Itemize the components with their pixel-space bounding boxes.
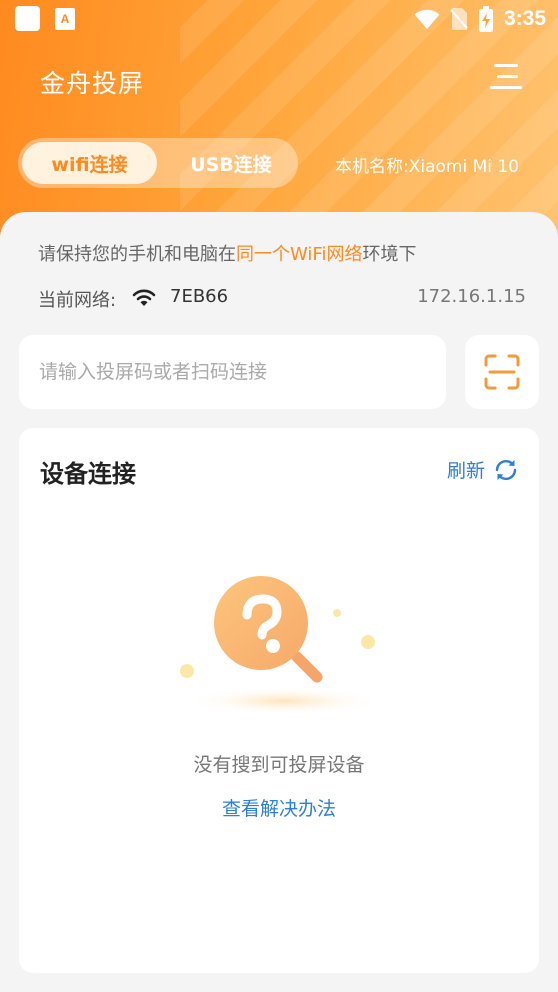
network-label: 当前网络: [38, 290, 117, 311]
hint-suffix: 环境下 [362, 244, 417, 265]
empty-search-illustration [180, 576, 384, 715]
empty-state-text: 没有搜到可投屏设备 [193, 754, 365, 776]
cast-code-input[interactable] [19, 335, 446, 409]
menu-button[interactable] [490, 60, 522, 94]
status-right: 3:35 [414, 6, 546, 32]
menu-icon-line [497, 75, 518, 78]
solution-link[interactable]: 查看解决办法 [19, 794, 539, 821]
hint-highlight: 同一个WiFi网络 [236, 244, 363, 265]
tab-usb[interactable]: USB连接 [168, 142, 294, 184]
card-title: 设备连接 [40, 460, 136, 488]
wifi-icon [132, 289, 156, 306]
menu-icon-line [490, 86, 522, 89]
menu-icon-line [494, 64, 518, 67]
hint-prefix: 请保持您的手机和电脑在 [38, 244, 236, 265]
notification-square-icon [15, 6, 40, 31]
app-notification-icon: A [55, 8, 75, 30]
status-time: 3:35 [503, 7, 546, 30]
ip-address: 172.16.1.15 [417, 286, 526, 307]
device-name: 本机名称:Xiaomi Mi 10 [335, 157, 520, 177]
svg-text:A: A [61, 12, 70, 26]
battery-charging-icon [478, 6, 493, 32]
network-hint: 请保持您的手机和电脑在同一个WiFi网络环境下 [38, 240, 416, 266]
main-panel: 请保持您的手机和电脑在同一个WiFi网络环境下 当前网络: 7EB66 172.… [0, 212, 558, 992]
wifi-signal-icon [414, 9, 440, 29]
app-title: 金舟投屏 [40, 69, 145, 98]
refresh-label: 刷新 [446, 460, 485, 482]
scan-icon [484, 354, 520, 390]
refresh-button[interactable]: 刷新 [447, 456, 519, 483]
device-connection-card: 设备连接 刷新 没有搜到可投屏设备 查看解决办法 [19, 428, 539, 973]
no-sim-icon [450, 8, 468, 30]
refresh-icon [495, 459, 517, 480]
current-network-row: 当前网络: 7EB66 172.16.1.15 [38, 286, 526, 312]
status-bar: A 3:35 [0, 0, 558, 38]
scan-qr-button[interactable] [465, 335, 539, 409]
tab-wifi[interactable]: wifi连接 [22, 142, 157, 184]
connection-mode-switch: wifi连接 USB连接 [18, 138, 298, 188]
network-ssid: 7EB66 [170, 286, 229, 307]
